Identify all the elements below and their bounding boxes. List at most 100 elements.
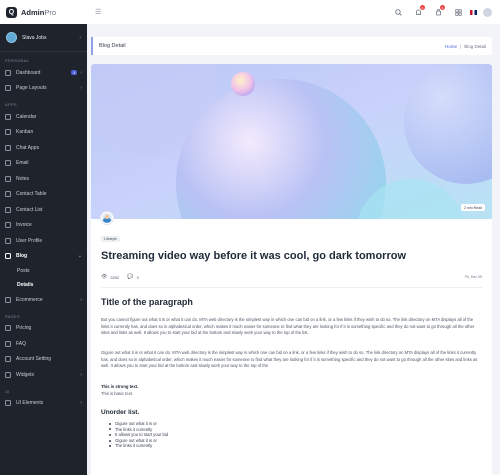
- language-flag-icon[interactable]: [470, 9, 477, 15]
- paragraph: Gigure out what it is or what it can do.…: [101, 350, 478, 369]
- brand-name: AdminPro: [21, 7, 57, 17]
- dashboard-icon: [5, 69, 11, 76]
- sidebar-item-label: Invoice: [16, 222, 32, 229]
- profile-menu[interactable]: Slava Jobs ›: [0, 24, 87, 52]
- sidebar-item-label: Dashboard: [16, 69, 41, 76]
- chevron-right-icon: ›: [80, 85, 82, 92]
- sidebar-item-invoice[interactable]: Invoice: [0, 218, 87, 234]
- pricing-icon: [5, 325, 11, 332]
- sidebar-item-label: Ecommerce: [16, 296, 43, 303]
- sidebar-item-chat-apps[interactable]: Chat Apps: [0, 140, 87, 156]
- sidebar-item-kanban[interactable]: Kanban: [0, 125, 87, 141]
- ui-elements-icon: [5, 400, 11, 407]
- menu-icon[interactable]: ☰: [95, 8, 101, 16]
- breadcrumb-current: Blog Detail: [464, 43, 486, 49]
- sidebar-item-page-layouts[interactable]: Page Layouts ›: [0, 81, 87, 97]
- read-time-badge: 2 min Read: [461, 204, 485, 211]
- sidebar-item-label: Calendar: [16, 113, 37, 120]
- grid-icon[interactable]: [450, 4, 466, 20]
- sidebar-item-account-setting[interactable]: Account Setting: [0, 352, 87, 368]
- sidebar-item-label: Widgets: [16, 371, 35, 378]
- sidebar-item-label: Page Layouts: [16, 85, 47, 92]
- section-title: Title of the paragraph: [101, 297, 193, 307]
- sidebar-item-label: Contact Table: [16, 191, 47, 198]
- post-stats: 👁 3292 💬 3: [101, 274, 139, 280]
- category-tag[interactable]: Lifestyle: [101, 236, 120, 242]
- sidebar-item-blog[interactable]: Blog ⌄: [0, 249, 87, 265]
- kanban-icon: [5, 129, 11, 136]
- notification-badge: 4: [420, 5, 425, 10]
- sidebar-item-contact-list[interactable]: Contact List: [0, 202, 87, 218]
- cart-icon[interactable]: 3: [430, 4, 446, 20]
- sidebar-item-dashboard[interactable]: Dashboard 4 ›: [0, 65, 87, 81]
- list-item: The links it currently: [109, 443, 168, 449]
- comments-count: 3: [136, 274, 139, 280]
- page-title: Blog Detail: [99, 43, 126, 49]
- post-title: Streaming video way before it was cool, …: [101, 250, 407, 262]
- chat-icon: [5, 144, 11, 151]
- search-icon[interactable]: [390, 4, 406, 20]
- post-date: Fri, Dec 05: [464, 275, 482, 279]
- basic-text: This is basic text.: [101, 391, 134, 396]
- sidebar-subitem-posts[interactable]: Posts: [0, 264, 87, 278]
- comment-icon: 💬: [127, 274, 134, 280]
- brand-logo-icon: Q: [6, 6, 17, 18]
- notification-icon[interactable]: 4: [410, 4, 426, 20]
- breadcrumb-separator: |: [460, 43, 462, 49]
- sidebar-item-contact-table[interactable]: Contact Table: [0, 187, 87, 203]
- sidebar-item-label: Account Setting: [16, 356, 52, 363]
- invoice-icon: [5, 222, 11, 229]
- chevron-right-icon: ›: [80, 69, 82, 76]
- strong-text: This is strong text.: [101, 384, 139, 389]
- layout-icon: [5, 85, 11, 92]
- eye-icon: 👁: [101, 274, 108, 280]
- page-header: Blog Detail Home | Blog Detail: [91, 37, 492, 55]
- author-avatar: [101, 212, 113, 224]
- sidebar-subitem-details[interactable]: Details: [0, 278, 87, 292]
- sidebar-item-pricing[interactable]: Pricing: [0, 321, 87, 337]
- chevron-right-icon: ›: [80, 400, 82, 407]
- sidebar-item-label: Contact List: [16, 206, 43, 213]
- sidebar-item-label: Email: [16, 160, 29, 167]
- sidebar-item-widgets[interactable]: Widgets ›: [0, 367, 87, 383]
- chevron-right-icon: ›: [80, 371, 82, 378]
- divider: [101, 287, 482, 288]
- table-icon: [5, 191, 11, 198]
- breadcrumb: Home | Blog Detail: [445, 44, 486, 49]
- sidebar-item-ecommerce[interactable]: Ecommerce ›: [0, 292, 87, 308]
- sidebar: Q AdminPro Slava Jobs › PERSONAL Dashboa…: [0, 0, 87, 475]
- section-personal: PERSONAL: [5, 58, 30, 63]
- sidebar-item-faq[interactable]: FAQ: [0, 336, 87, 352]
- help-icon: [5, 340, 11, 347]
- section-pages: PAGES: [5, 313, 20, 319]
- sidebar-item-ui-elements[interactable]: UI Elements ›: [0, 396, 87, 412]
- sidebar-item-email[interactable]: Email: [0, 156, 87, 172]
- breadcrumb-home[interactable]: Home: [445, 44, 457, 49]
- chevron-down-icon: ⌄: [77, 253, 82, 260]
- sidebar-item-calendar[interactable]: Calendar: [0, 109, 87, 125]
- user-avatar[interactable]: [483, 7, 492, 17]
- blog-icon: [5, 253, 11, 260]
- list-title: Unorder list.: [101, 409, 140, 416]
- dashboard-badge: 4: [71, 70, 78, 76]
- cart-badge: 3: [440, 5, 445, 10]
- sidebar-item-user-profile[interactable]: User Profile: [0, 233, 87, 249]
- sidebar-item-label: Chat Apps: [16, 144, 40, 151]
- sidebar-item-label: FAQ: [16, 340, 27, 347]
- profile-name: Slava Jobs: [22, 34, 47, 41]
- sidebar-item-label: UI Elements: [16, 400, 44, 407]
- user-icon: [5, 237, 11, 244]
- section-apps: APPS: [5, 102, 17, 107]
- sidebar-item-notes[interactable]: Notes: [0, 171, 87, 187]
- list-icon: [5, 206, 11, 213]
- sidebar-item-label: User Profile: [16, 237, 43, 244]
- brand[interactable]: Q AdminPro: [0, 0, 87, 24]
- sidebar-item-label: Pricing: [16, 325, 32, 332]
- chevron-right-icon: ›: [79, 34, 81, 41]
- paragraph: But you cannot figure out what it is or …: [101, 317, 475, 336]
- widgets-icon: [5, 371, 11, 378]
- chevron-right-icon: ›: [80, 296, 82, 303]
- hero-image: 2 min Read: [91, 64, 492, 219]
- section-ui: UI: [5, 388, 10, 394]
- mail-icon: [5, 160, 11, 167]
